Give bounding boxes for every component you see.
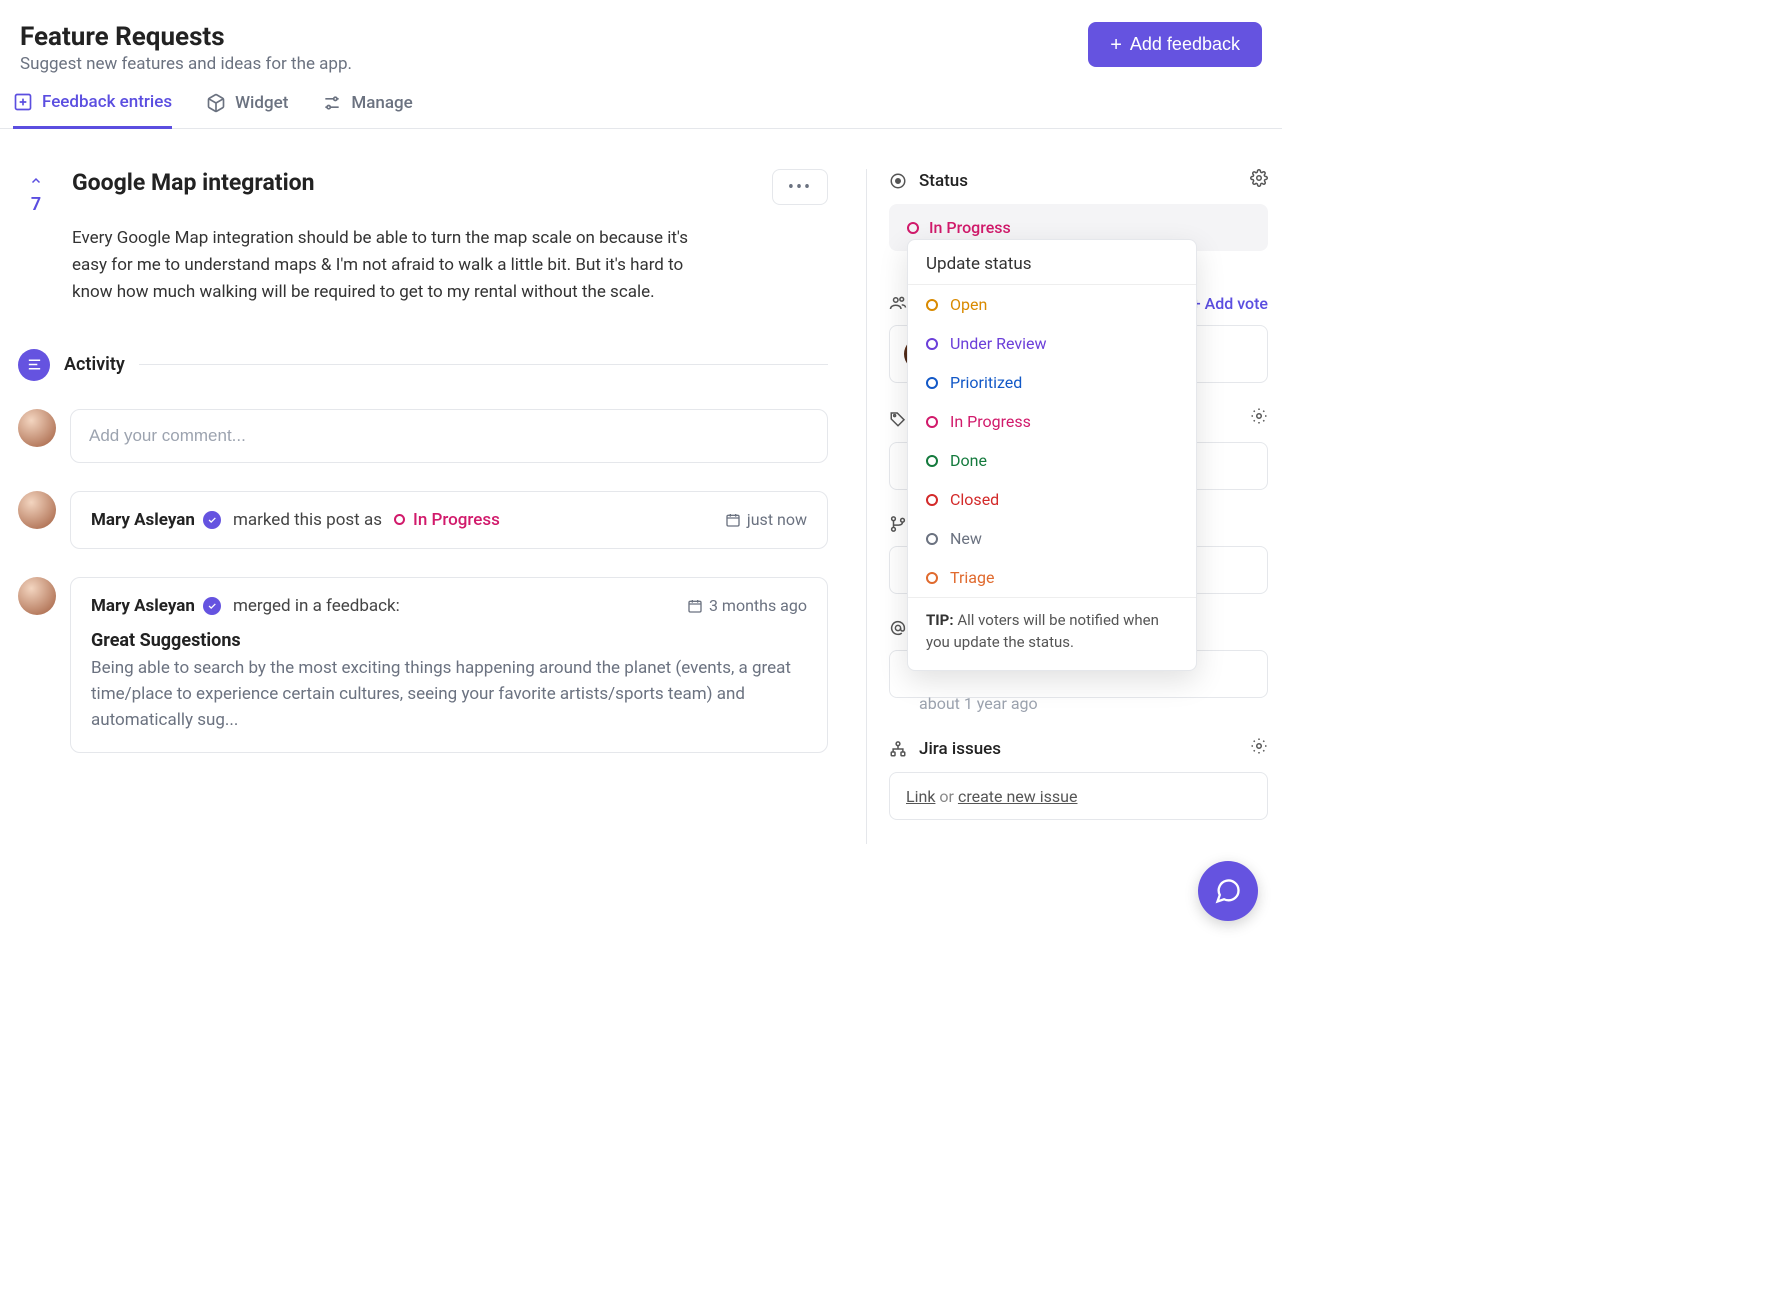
status-ring-icon [926, 533, 938, 545]
status-option-label: New [950, 529, 982, 548]
chevron-up-icon [27, 171, 45, 192]
status-dropdown: Update status Open Under Review Prioritize… [907, 239, 1197, 671]
status-ring-icon [926, 455, 938, 467]
calendar-icon [725, 512, 741, 528]
sliders-icon [322, 93, 342, 113]
jira-field[interactable]: Link or create new issue [889, 772, 1268, 820]
comment-input[interactable] [70, 409, 828, 463]
current-user-avatar [18, 409, 56, 447]
add-entry-icon [13, 92, 33, 112]
status-option-label: Under Review [950, 334, 1047, 353]
verified-badge-icon [203, 511, 221, 529]
status-option-label: In Progress [950, 412, 1031, 431]
status-option-label: Prioritized [950, 373, 1022, 392]
feedback-post: 7 Google Map integration ••• Every Googl… [18, 169, 828, 307]
page-header: Feature Requests Suggest new features an… [0, 0, 1282, 74]
status-option[interactable]: Prioritized [908, 363, 1196, 402]
git-branch-icon [889, 515, 907, 533]
status-option-label: Closed [950, 490, 999, 509]
post-title: Google Map integration [72, 169, 315, 196]
tab-feedback-entries[interactable]: Feedback entries [13, 92, 172, 129]
section-status: Status In Progress Update status OpenUnd… [889, 169, 1268, 251]
gear-icon [1250, 169, 1268, 187]
activity-icon [18, 349, 50, 381]
jira-create-button[interactable]: create new issue [958, 787, 1078, 806]
dropdown-heading: Update status [908, 240, 1196, 285]
section-jira: Jira issues Link or create new issue [889, 737, 1268, 820]
avatar [18, 577, 56, 615]
add-feedback-button[interactable]: + Add feedback [1088, 22, 1262, 67]
voters-icon [889, 294, 907, 312]
post-body: Every Google Map integration should be a… [72, 225, 712, 307]
add-vote-button[interactable]: + Add vote [1192, 294, 1268, 313]
tab-manage[interactable]: Manage [322, 93, 412, 127]
status-option[interactable]: Closed [908, 480, 1196, 519]
status-ring-icon [926, 416, 938, 428]
status-ring-icon [907, 222, 919, 234]
tabs: Feedback entries Widget Manage [0, 74, 1282, 129]
activity-header: Activity [18, 349, 828, 381]
hierarchy-icon [889, 740, 907, 758]
status-option-label: Done [950, 451, 987, 470]
verified-badge-icon [203, 597, 221, 615]
jira-link-button[interactable]: Link [906, 787, 935, 806]
tags-settings-button[interactable] [1250, 407, 1268, 430]
more-options-button[interactable]: ••• [772, 169, 828, 205]
status-option-label: Open [950, 295, 987, 314]
event-user: Mary Asleyan [91, 510, 195, 530]
merged-body: Being able to search by the most excitin… [91, 655, 807, 734]
event-time: 3 months ago [687, 596, 807, 615]
event-status: In Progress [413, 510, 500, 530]
status-option[interactable]: In Progress [908, 402, 1196, 441]
gear-icon [1250, 737, 1268, 755]
event-user: Mary Asleyan [91, 596, 195, 616]
at-icon [889, 619, 907, 637]
status-ring-icon [926, 377, 938, 389]
avatar [18, 491, 56, 529]
tag-icon [889, 410, 907, 428]
page-subtitle: Suggest new features and ideas for the a… [20, 54, 352, 74]
status-ring-icon [926, 494, 938, 506]
status-change-event: Mary Asleyan marked this post as In Prog… [70, 491, 828, 549]
status-option[interactable]: New [908, 519, 1196, 558]
status-option[interactable]: Triage [908, 558, 1196, 597]
status-icon [889, 172, 907, 190]
chat-fab[interactable] [1198, 861, 1258, 921]
merged-title: Great Suggestions [91, 630, 807, 651]
timestamp: about 1 year ago [889, 694, 1268, 713]
status-ring-icon [926, 572, 938, 584]
chat-icon [1214, 877, 1242, 905]
status-option[interactable]: Done [908, 441, 1196, 480]
page-title: Feature Requests [20, 22, 352, 52]
vote-count: 7 [31, 194, 41, 215]
merge-event: Mary Asleyan merged in a feedback: 3 mon… [70, 577, 828, 753]
gear-icon [1250, 407, 1268, 425]
event-time: just now [725, 510, 807, 529]
status-settings-button[interactable] [1250, 169, 1268, 192]
status-ring-icon [926, 338, 938, 350]
dropdown-tip: TIP: All voters will be notified when yo… [908, 597, 1196, 670]
box-icon [206, 93, 226, 113]
status-ring-icon [926, 299, 938, 311]
calendar-icon [687, 598, 703, 614]
plus-icon: + [1110, 35, 1122, 55]
status-option[interactable]: Open [908, 285, 1196, 324]
jira-settings-button[interactable] [1250, 737, 1268, 760]
sidebar: Status In Progress Update status OpenUnd… [866, 169, 1282, 844]
status-dot-icon [394, 514, 405, 525]
status-option-label: Triage [950, 568, 994, 587]
vote-button[interactable]: 7 [18, 169, 54, 307]
status-option[interactable]: Under Review [908, 324, 1196, 363]
activity-title: Activity [64, 354, 125, 375]
tab-widget[interactable]: Widget [206, 93, 288, 127]
